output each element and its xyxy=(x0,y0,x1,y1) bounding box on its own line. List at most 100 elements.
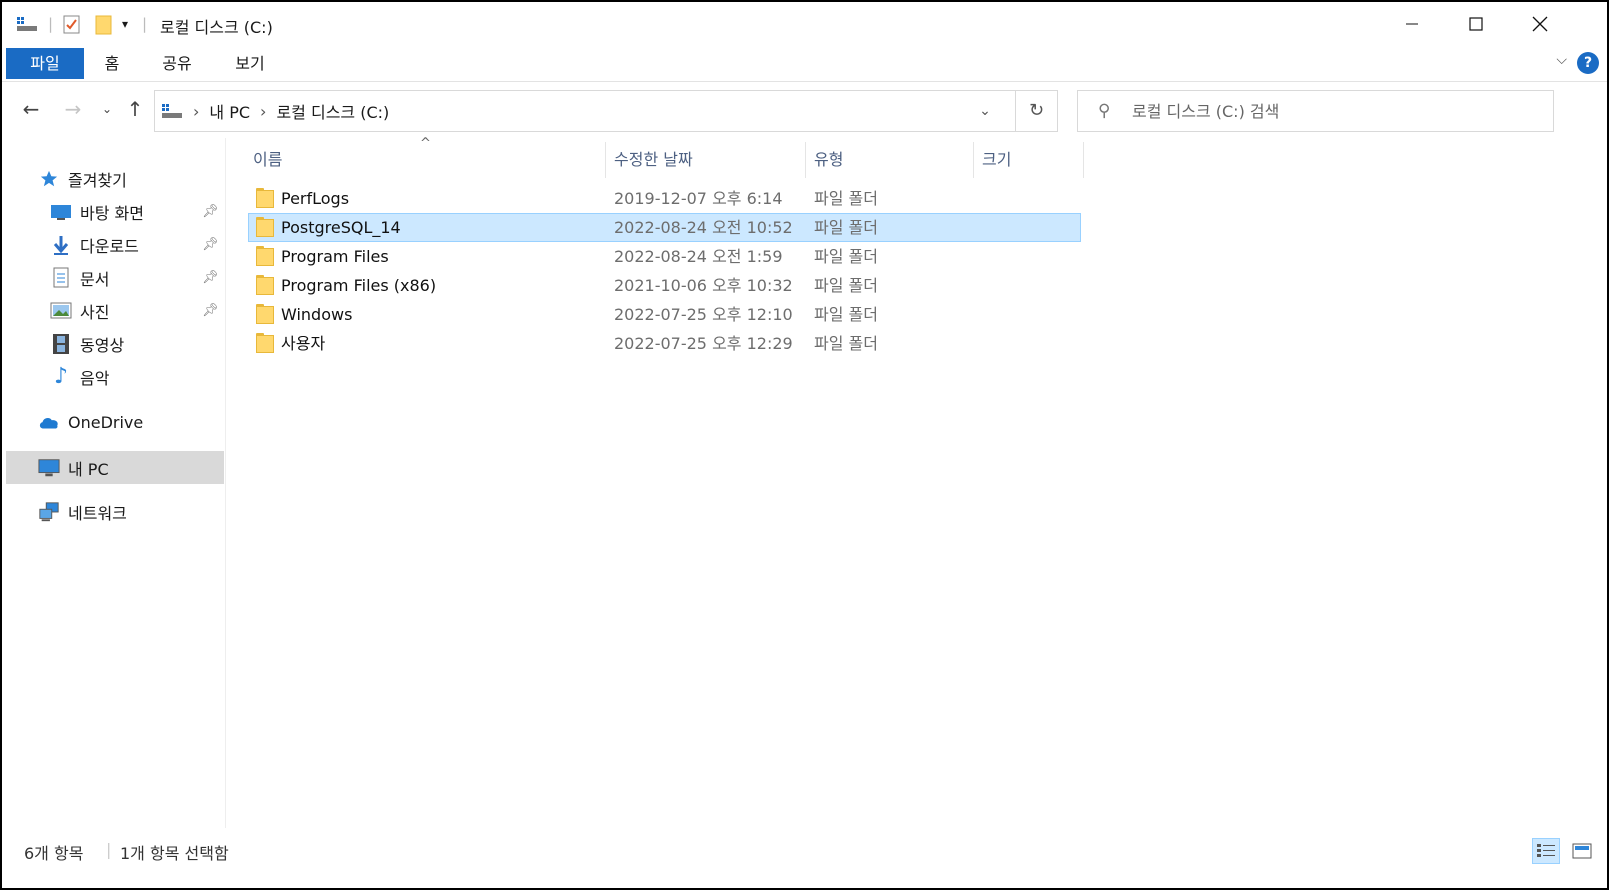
sidebar-item-documents[interactable]: 문서 📌︎ xyxy=(6,261,224,294)
chevron-right-icon[interactable]: › xyxy=(193,102,199,121)
pin-icon[interactable]: 📌︎ xyxy=(202,237,219,252)
forward-arrow-icon[interactable]: → xyxy=(60,96,86,122)
sidebar-item-label: 즐겨찾기 xyxy=(68,170,127,190)
navigation-pane: 즐겨찾기 바탕 화면 📌︎ 다운로드 📌︎ 문서 📌︎ 사진 📌︎ 동영상 ♪ … xyxy=(2,138,226,828)
pin-icon[interactable]: 📌︎ xyxy=(202,204,219,219)
network-icon xyxy=(38,501,60,523)
file-name: Program Files xyxy=(281,247,389,266)
large-icons-view-button[interactable] xyxy=(1568,838,1596,864)
drive-icon xyxy=(16,12,38,36)
sidebar-item-quick-access[interactable]: 즐겨찾기 xyxy=(6,162,224,195)
folder-icon xyxy=(256,188,274,208)
back-arrow-icon[interactable]: ← xyxy=(18,96,44,122)
breadcrumb-local-disk[interactable]: 로컬 디스크 (C:) xyxy=(276,99,389,123)
folder-icon xyxy=(256,246,274,266)
file-row[interactable]: PerfLogs 2019-12-07 오후 6:14 파일 폴더 xyxy=(248,184,1081,213)
file-name: Windows xyxy=(281,305,353,324)
file-name: PerfLogs xyxy=(281,189,350,208)
tab-share[interactable]: 공유 xyxy=(154,48,200,79)
item-count: 6개 항목 xyxy=(24,844,84,863)
help-icon[interactable]: ? xyxy=(1577,52,1599,74)
file-date: 2022-07-25 오후 12:10 xyxy=(614,305,793,324)
address-bar[interactable]: › 내 PC › 로컬 디스크 (C:) ⌄ ↻ xyxy=(154,90,1058,132)
sidebar-item-desktop[interactable]: 바탕 화면 📌︎ xyxy=(6,195,224,228)
chevron-down-icon[interactable]: ⌄ xyxy=(965,91,1005,131)
chevron-right-icon[interactable]: › xyxy=(260,102,266,121)
pin-icon[interactable]: 📌︎ xyxy=(202,270,219,285)
file-row[interactable]: 사용자 2022-07-25 오후 12:29 파일 폴더 xyxy=(248,329,1081,358)
column-divider[interactable] xyxy=(605,142,606,178)
file-row-selected[interactable]: PostgreSQL_14 2022-08-24 오전 10:52 파일 폴더 xyxy=(248,213,1081,242)
sidebar-item-music[interactable]: ♪ 음악 xyxy=(6,360,224,393)
title-bar: | ▾ | 로컬 디스크 (C:) xyxy=(2,2,1607,46)
search-box[interactable]: ⚲ xyxy=(1077,90,1554,132)
minimize-icon xyxy=(1406,23,1418,25)
desktop-icon xyxy=(50,201,72,223)
sidebar-item-videos[interactable]: 동영상 xyxy=(6,327,224,360)
music-icon: ♪ xyxy=(53,364,69,389)
file-type: 파일 폴더 xyxy=(814,334,878,353)
sidebar-item-label: 사진 xyxy=(80,302,110,322)
file-explorer-window: | ▾ | 로컬 디스크 (C:) 파일 홈 공유 보기 ⌵ ? ← → ⌄ ↑… xyxy=(0,0,1609,890)
sidebar-item-label: OneDrive xyxy=(68,413,144,432)
sidebar-item-pictures[interactable]: 사진 📌︎ xyxy=(6,294,224,327)
file-name: 사용자 xyxy=(281,334,326,353)
file-type: 파일 폴더 xyxy=(814,218,878,237)
window-title: 로컬 디스크 (C:) xyxy=(160,18,273,37)
close-icon xyxy=(1532,16,1548,32)
maximize-button[interactable] xyxy=(1444,2,1508,46)
column-header-name[interactable]: 이름 xyxy=(253,142,282,178)
status-divider: | xyxy=(106,840,112,859)
file-date: 2019-12-07 오후 6:14 xyxy=(614,189,783,208)
sidebar-item-onedrive[interactable]: OneDrive xyxy=(6,406,224,439)
breadcrumb: › 내 PC › 로컬 디스크 (C:) xyxy=(161,91,389,131)
drive-icon xyxy=(162,104,182,118)
document-icon xyxy=(50,267,72,289)
search-input[interactable] xyxy=(1132,91,1542,131)
file-date: 2022-08-24 오전 10:52 xyxy=(614,218,793,237)
breadcrumb-this-pc[interactable]: 내 PC xyxy=(209,99,250,123)
sidebar-item-label: 바탕 화면 xyxy=(80,203,144,223)
close-button[interactable] xyxy=(1508,2,1572,46)
sidebar-item-downloads[interactable]: 다운로드 📌︎ xyxy=(6,228,224,261)
file-row[interactable]: Windows 2022-07-25 오후 12:10 파일 폴더 xyxy=(248,300,1081,329)
column-header-date[interactable]: 수정한 날짜 xyxy=(614,142,693,178)
tab-home[interactable]: 홈 xyxy=(94,48,130,79)
sidebar-item-label: 내 PC xyxy=(68,459,109,479)
file-type: 파일 폴더 xyxy=(814,247,878,266)
file-type: 파일 폴더 xyxy=(814,276,878,295)
new-folder-icon[interactable] xyxy=(94,12,114,36)
file-row[interactable]: Program Files (x86) 2021-10-06 오후 10:32 … xyxy=(248,271,1081,300)
expand-ribbon-icon[interactable]: ⌵ xyxy=(1556,52,1567,68)
up-arrow-icon[interactable]: ↑ xyxy=(122,96,148,122)
large-icons-view-icon xyxy=(1572,843,1592,859)
column-header-type[interactable]: 유형 xyxy=(814,142,843,178)
file-name: Program Files (x86) xyxy=(281,276,437,295)
pictures-icon xyxy=(50,300,72,322)
folder-icon xyxy=(256,275,274,295)
computer-icon xyxy=(38,457,60,479)
tab-file[interactable]: 파일 xyxy=(6,48,84,79)
tab-view[interactable]: 보기 xyxy=(230,48,270,79)
cloud-icon xyxy=(38,412,60,434)
column-divider[interactable] xyxy=(1083,142,1084,178)
refresh-icon[interactable]: ↻ xyxy=(1015,91,1057,131)
column-header-size[interactable]: 크기 xyxy=(982,142,1011,178)
details-view-icon xyxy=(1537,844,1555,857)
sidebar-item-label: 문서 xyxy=(80,269,110,289)
column-divider[interactable] xyxy=(805,142,806,178)
customize-quick-access-icon[interactable]: ▾ xyxy=(122,12,128,36)
recent-locations-icon[interactable]: ⌄ xyxy=(94,96,120,122)
minimize-button[interactable] xyxy=(1380,2,1444,46)
maximize-icon xyxy=(1469,17,1483,31)
properties-icon[interactable] xyxy=(62,12,82,36)
folder-icon xyxy=(256,333,274,353)
pin-icon[interactable]: 📌︎ xyxy=(202,303,219,318)
details-view-button[interactable] xyxy=(1532,838,1560,864)
sidebar-item-network[interactable]: 네트워크 xyxy=(6,495,224,528)
sidebar-item-label: 음악 xyxy=(80,368,110,388)
sidebar-item-this-pc[interactable]: 내 PC xyxy=(6,451,224,484)
column-divider[interactable] xyxy=(973,142,974,178)
file-row[interactable]: Program Files 2022-08-24 오전 1:59 파일 폴더 xyxy=(248,242,1081,271)
file-type: 파일 폴더 xyxy=(814,189,878,208)
